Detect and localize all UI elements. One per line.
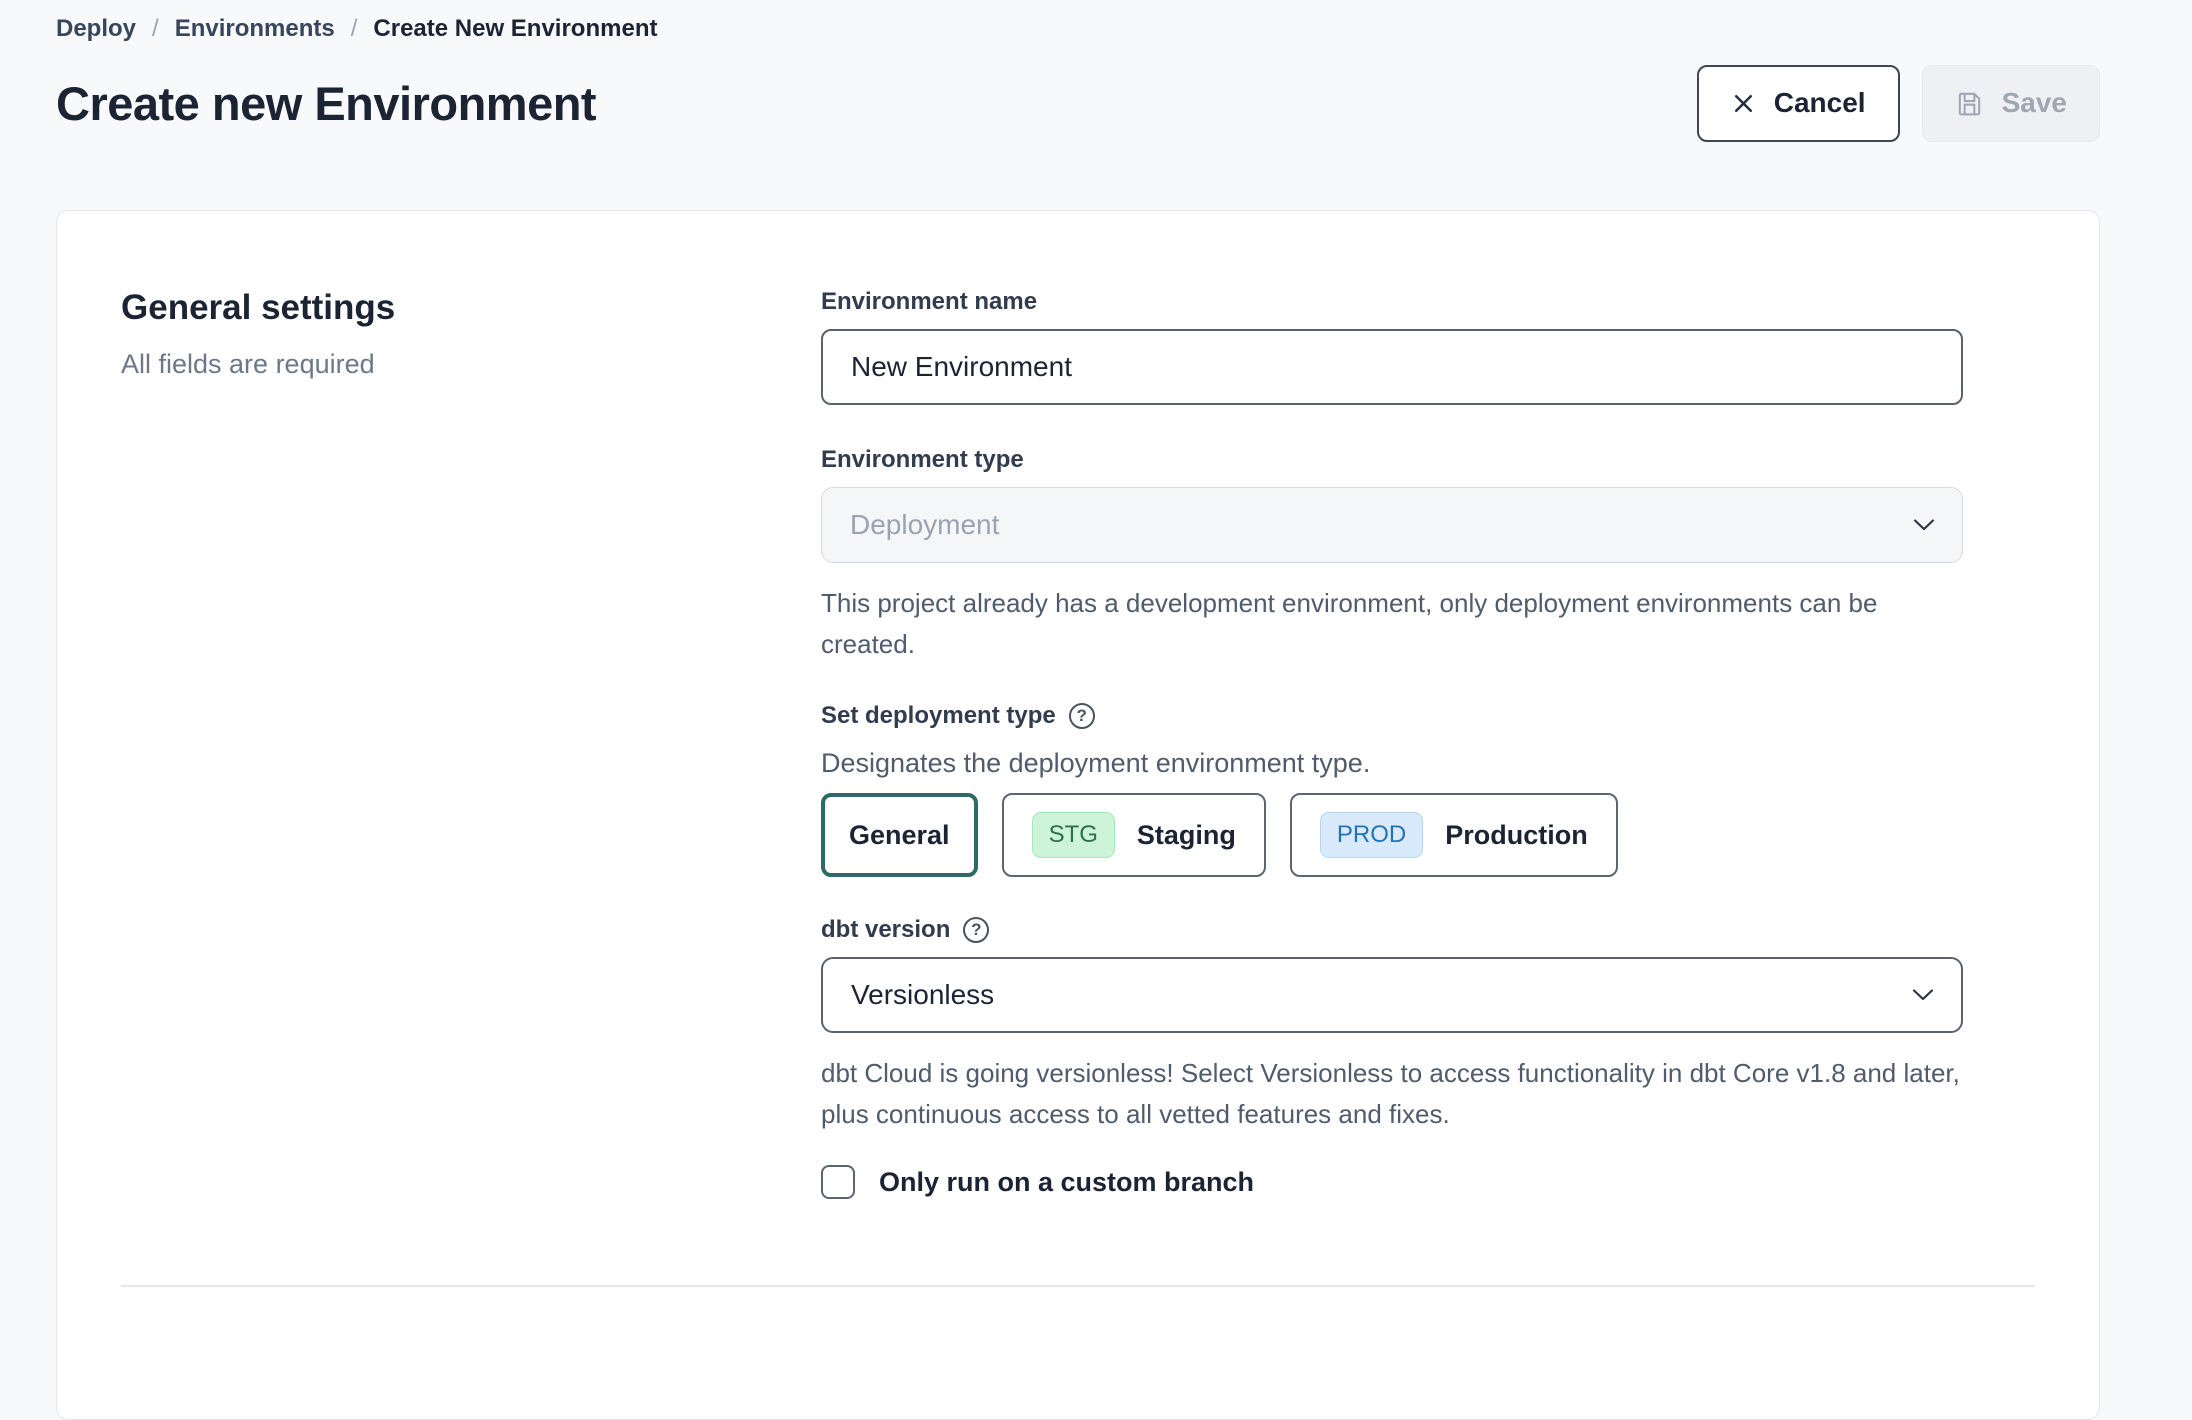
- deployment-type-option-label: Staging: [1137, 820, 1236, 851]
- save-button[interactable]: Save: [1922, 65, 2100, 142]
- header-actions: Cancel Save: [1697, 65, 2100, 142]
- close-icon: [1731, 91, 1756, 116]
- deployment-type-option-staging[interactable]: STG Staging: [1002, 793, 1266, 877]
- custom-branch-row: Only run on a custom branch: [821, 1165, 1963, 1199]
- page-title: Create new Environment: [56, 76, 596, 131]
- deployment-type-option-label: Production: [1445, 820, 1588, 851]
- cancel-button-label: Cancel: [1774, 87, 1866, 119]
- deployment-type-option-production[interactable]: PROD Production: [1290, 793, 1618, 877]
- save-button-label: Save: [2002, 87, 2067, 119]
- floppy-disk-icon: [1955, 89, 1984, 118]
- section-subtitle: All fields are required: [121, 349, 821, 380]
- page-header: Create new Environment Cancel Save: [56, 62, 2100, 144]
- breadcrumb-current: Create New Environment: [373, 14, 657, 44]
- dbt-version-label: dbt version: [821, 915, 950, 945]
- general-settings-card: General settings All fields are required…: [56, 210, 2100, 1420]
- environment-name-input[interactable]: [821, 329, 1963, 405]
- environment-type-value: Deployment: [850, 509, 999, 541]
- environment-name-label: Environment name: [821, 287, 1963, 317]
- environment-type-label: Environment type: [821, 445, 1963, 475]
- card-divider: [121, 1285, 2035, 1287]
- environment-type-help: This project already has a development e…: [821, 583, 1901, 665]
- section-intro: General settings All fields are required: [121, 287, 821, 1199]
- chevron-down-icon: [1912, 518, 1936, 532]
- breadcrumb-deploy[interactable]: Deploy: [56, 14, 136, 44]
- staging-badge: STG: [1032, 812, 1115, 858]
- page: Deploy / Environments / Create New Envir…: [0, 0, 2192, 1420]
- deployment-type-options: General STG Staging PROD Production: [821, 793, 1963, 877]
- cancel-button[interactable]: Cancel: [1697, 65, 1900, 142]
- dbt-version-select[interactable]: Versionless: [821, 957, 1963, 1033]
- section-title: General settings: [121, 287, 821, 329]
- dbt-version-value: Versionless: [851, 979, 994, 1011]
- breadcrumb-environments[interactable]: Environments: [175, 14, 335, 44]
- deployment-type-description: Designates the deployment environment ty…: [821, 743, 1963, 783]
- breadcrumb: Deploy / Environments / Create New Envir…: [56, 14, 2192, 44]
- deployment-type-label: Set deployment type: [821, 701, 1056, 731]
- deployment-type-option-label: General: [849, 820, 950, 851]
- question-mark-circle-icon[interactable]: ?: [963, 917, 989, 943]
- form-fields: Environment name Environment type Deploy…: [821, 287, 1963, 1199]
- question-mark-circle-icon[interactable]: ?: [1069, 703, 1095, 729]
- deployment-type-option-general[interactable]: General: [821, 793, 978, 877]
- breadcrumb-separator: /: [351, 14, 358, 44]
- production-badge: PROD: [1320, 812, 1423, 858]
- custom-branch-checkbox[interactable]: [821, 1165, 855, 1199]
- custom-branch-label[interactable]: Only run on a custom branch: [879, 1167, 1254, 1198]
- dbt-version-help: dbt Cloud is going versionless! Select V…: [821, 1053, 1963, 1135]
- environment-type-select[interactable]: Deployment: [821, 487, 1963, 563]
- breadcrumb-separator: /: [152, 14, 159, 44]
- chevron-down-icon: [1911, 988, 1935, 1002]
